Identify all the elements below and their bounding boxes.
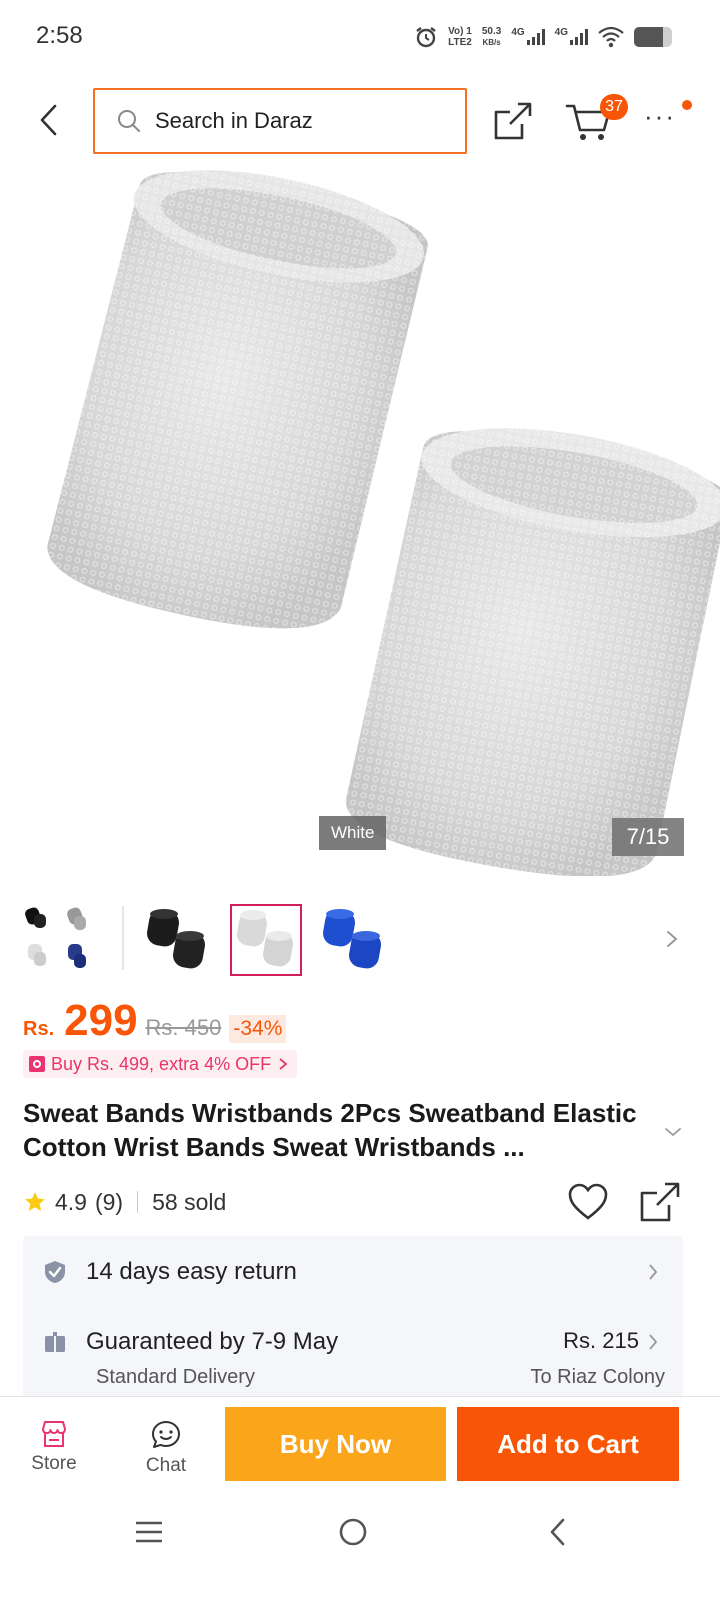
delivery-box-icon	[45, 1332, 65, 1352]
delivery-location: To Riaz Colony	[530, 1366, 665, 1388]
service-info-card: 14 days easy return Guaranteed by 7-9 Ma…	[23, 1236, 683, 1398]
signal-1-icon: 4G	[511, 27, 545, 48]
thumbnail-image	[147, 909, 205, 969]
wifi-icon	[598, 26, 624, 48]
return-policy-row[interactable]: 14 days easy return	[23, 1236, 683, 1306]
return-policy-text: 14 days easy return	[86, 1258, 297, 1285]
share-icon[interactable]	[638, 1180, 682, 1224]
product-title: Sweat Bands Wristbands 2Pcs Sweatband El…	[23, 1098, 637, 1162]
home-circle-icon	[339, 1518, 367, 1546]
back-triangle-icon	[550, 1518, 565, 1546]
share-icon[interactable]	[492, 100, 534, 142]
battery-icon	[634, 27, 672, 47]
thumbnail-multicolor[interactable]	[22, 904, 94, 976]
chat-label: Chat	[145, 1455, 187, 1476]
shield-check-icon	[45, 1261, 65, 1283]
thumbnail-black[interactable]	[142, 904, 214, 976]
system-navigation-bar	[0, 1492, 720, 1600]
discount-badge: -34%	[229, 1015, 287, 1043]
sold-count: 58 sold	[152, 1188, 227, 1215]
separator	[137, 1191, 139, 1213]
product-image	[47, 170, 720, 876]
delivery-fee: Rs. 215	[563, 1328, 639, 1353]
thumbnail-blue[interactable]	[318, 904, 390, 976]
cart-count-badge: 37	[600, 94, 628, 120]
notification-dot	[682, 100, 692, 110]
delivery-guarantee-text: Guaranteed by 7-9 May	[86, 1328, 339, 1355]
status-bar: 2:58 Vo) 1 LTE2 50.3 KB/s 4G 4G	[0, 0, 720, 72]
price-currency: Rs.	[23, 1018, 55, 1040]
bottom-action-bar: Store Chat Buy Now Add to Cart	[0, 1396, 720, 1492]
thumbnail-image	[25, 907, 86, 968]
rating-row[interactable]: 4.9 (9) 58 sold	[23, 1182, 226, 1222]
wristband-left	[47, 170, 428, 629]
buy-now-button[interactable]: Buy Now	[225, 1407, 446, 1481]
thumbnail-divider	[122, 906, 124, 970]
chevron-right-icon	[279, 1058, 288, 1070]
delivery-type: Standard Delivery	[96, 1366, 255, 1388]
chevron-right-icon	[649, 1264, 658, 1280]
review-count: (9)	[94, 1188, 124, 1215]
status-time: 2:58	[36, 22, 83, 49]
add-to-cart-button[interactable]: Add to Cart	[457, 1407, 679, 1481]
star-icon	[25, 1192, 45, 1211]
menu-icon	[136, 1521, 162, 1543]
price-value: 299	[64, 996, 138, 1045]
promo-banner[interactable]: Buy Rs. 499, extra 4% OFF	[23, 1050, 298, 1078]
rating-value: 4.9	[55, 1188, 87, 1215]
chevron-right-icon[interactable]	[660, 924, 684, 954]
wristband-right	[345, 428, 720, 876]
price-row: Rs. 299 Rs. 450 -34%	[23, 996, 287, 1046]
heart-icon[interactable]	[567, 1182, 609, 1222]
chat-icon	[152, 1421, 180, 1448]
original-price: Rs. 450	[145, 1015, 222, 1040]
volte-indicator: Vo) 1 LTE2	[448, 26, 472, 48]
back-button[interactable]	[28, 100, 68, 140]
home-button[interactable]	[328, 1512, 378, 1552]
chevron-right-icon	[649, 1334, 658, 1350]
recent-apps-button[interactable]	[124, 1512, 174, 1552]
chevron-left-icon	[40, 104, 57, 136]
product-image-gallery[interactable]: White 7/15	[0, 166, 720, 876]
search-placeholder: Search in Daraz	[155, 108, 313, 133]
alarm-icon	[416, 27, 436, 48]
search-input[interactable]: Search in Daraz	[93, 88, 467, 154]
variant-label: White	[319, 816, 387, 850]
chat-button[interactable]: Chat	[126, 1419, 206, 1483]
store-label: Store	[31, 1453, 77, 1474]
thumbnail-white[interactable]	[230, 904, 302, 976]
image-page-counter: 7/15	[612, 818, 684, 856]
store-button[interactable]: Store	[14, 1419, 94, 1483]
delivery-row[interactable]: Guaranteed by 7-9 May Rs. 215 Standard D…	[23, 1306, 683, 1398]
promo-text: Buy Rs. 499, extra 4% OFF	[51, 1053, 272, 1074]
chevron-down-icon[interactable]	[662, 1124, 684, 1140]
top-header: Search in Daraz 37 ···	[0, 86, 720, 156]
thumbnail-image	[237, 910, 293, 967]
thumbnail-image	[323, 909, 381, 969]
signal-2-icon: 4G	[555, 27, 588, 48]
variant-thumbnails	[0, 902, 720, 978]
store-icon	[42, 1421, 66, 1447]
status-icons: Vo) 1 LTE2 50.3 KB/s 4G 4G	[414, 22, 672, 52]
voucher-icon	[29, 1056, 45, 1072]
search-icon	[118, 110, 140, 132]
network-speed: 50.3 KB/s	[481, 26, 502, 47]
more-options-icon[interactable]: ···	[644, 103, 680, 136]
system-back-button[interactable]	[532, 1512, 582, 1552]
